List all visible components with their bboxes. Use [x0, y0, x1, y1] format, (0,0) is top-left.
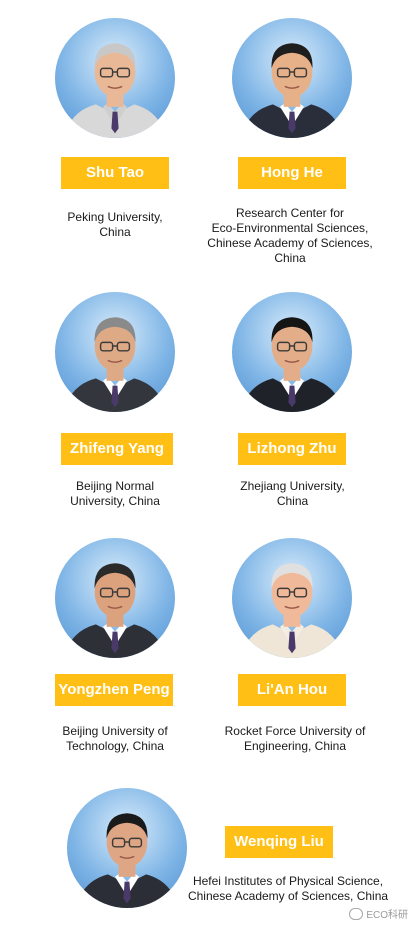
name-tag-li-an-hou: Li'An Hou — [238, 674, 346, 706]
wechat-icon — [349, 907, 364, 920]
name-tag-lizhong-zhu: Lizhong Zhu — [238, 433, 346, 465]
avatar-lizhong-zhu — [232, 292, 352, 412]
portrait-figure — [241, 563, 343, 658]
name-tag-zhifeng-yang: Zhifeng Yang — [61, 433, 173, 465]
avatar-hong-he — [232, 18, 352, 138]
affiliation-hong-he: Research Center for Eco-Environmental Sc… — [207, 206, 373, 265]
avatar-zhifeng-yang — [55, 292, 175, 412]
name-tag-shu-tao: Shu Tao — [61, 157, 169, 189]
affiliation-zhifeng-yang: Beijing Normal University, China — [70, 479, 160, 508]
name-tag-wenqing-liu: Wenqing Liu — [225, 826, 333, 858]
portrait-figure — [241, 317, 343, 412]
affiliation-lizhong-zhu: Zhejiang University, China — [240, 479, 345, 508]
portrait-figure — [64, 563, 166, 658]
affiliation-shu-tao: Peking University, China — [67, 210, 163, 239]
avatar-li-an-hou — [232, 538, 352, 658]
name-tag-yongzhen-peng: Yongzhen Peng — [55, 674, 173, 706]
affiliation-yongzhen-peng: Beijing University of Technology, China — [62, 724, 168, 753]
portrait-figure — [64, 43, 166, 138]
watermark: ECO科研 — [349, 906, 408, 921]
affiliation-li-an-hou: Rocket Force University of Engineering, … — [224, 724, 366, 753]
avatar-wenqing-liu — [67, 788, 187, 908]
affiliation-wenqing-liu: Hefei Institutes of Physical Science, Ch… — [187, 874, 389, 903]
portrait-figure — [64, 317, 166, 412]
avatar-shu-tao — [55, 18, 175, 138]
portrait-figure — [76, 813, 178, 908]
name-tag-hong-he: Hong He — [238, 157, 346, 189]
avatar-yongzhen-peng — [55, 538, 175, 658]
portrait-figure — [241, 43, 343, 138]
watermark-text: ECO科研 — [366, 910, 408, 921]
